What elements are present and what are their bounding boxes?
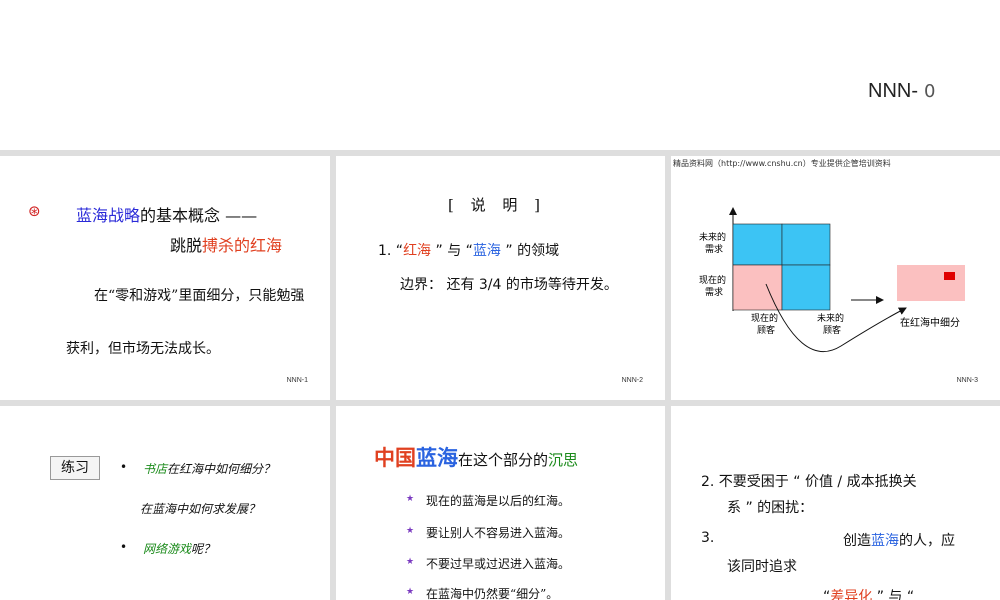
point-3-line2: 该同时追求 <box>727 559 797 575</box>
slide-thumbnail-4[interactable]: 练习 • 书店在红海中如何细分？ 在蓝海中如何求发展？ • 网络游戏呢？ <box>0 406 330 600</box>
slide2-line-2: 边界： 还有 3/4 的市场等待开发。 <box>400 277 618 293</box>
line1-suffix: ” 的领域 <box>500 243 560 259</box>
subdivide-highlight <box>944 272 955 280</box>
bullet-dot: • <box>120 460 128 474</box>
title-basic-concept: 的基本概念 —— <box>140 206 258 225</box>
online-games-word: 网络游戏 <box>143 542 192 556</box>
create-word: 创造 <box>843 533 871 549</box>
title-red-ocean: 搏杀的红海 <box>202 236 283 255</box>
label-future-demand-1: 未来的 <box>699 231 726 243</box>
deck-page-code: NNN- 0 <box>868 80 935 103</box>
label-future-customer-1: 未来的 <box>817 312 844 324</box>
blue-ocean-word: 蓝海 <box>871 533 899 549</box>
quadrant-future-future <box>732 223 783 266</box>
page-code-number: 0 <box>924 81 936 102</box>
slide2-title: [ 说 明 ] <box>448 196 547 214</box>
point-2-line2: 系 ” 的困扰： <box>727 500 814 516</box>
exercise-label: 练习 <box>50 456 100 480</box>
title-escape: 跳脱 <box>170 236 203 255</box>
question-online-games: 网络游戏呢？ <box>143 540 215 557</box>
label-current-demand-2: 需求 <box>705 286 723 298</box>
point-3-number: 3. <box>701 530 715 546</box>
label-future-demand-2: 需求 <box>705 243 723 255</box>
slide1-paragraph-1: 在“零和游戏”里面细分，只能勉强 <box>94 288 305 304</box>
star-bullet-icon: ★ <box>406 494 415 504</box>
star-bullet-icon: ★ <box>406 557 415 567</box>
question-bookstore: 书店在红海中如何细分？ <box>143 460 275 477</box>
line1-and: ” 与 “ <box>431 243 473 259</box>
point-2-line1: 2. 不要受困于 “ 价值 / 成本抵换关 <box>701 474 917 490</box>
title-china: 中国 <box>374 446 416 470</box>
label-subdivide: 在红海中细分 <box>900 316 960 329</box>
list-item: 在蓝海中仍然要“细分”。 <box>426 587 559 600</box>
page-code-prefix: NNN- <box>868 80 918 102</box>
point-3-line1: 创造蓝海的人，应 <box>843 530 955 550</box>
slide1-title-line1: 蓝海战略的基本概念 —— <box>76 202 257 226</box>
q3-rest: 呢？ <box>191 542 216 556</box>
point-3-line3: “差异化 ” 与 “ <box>823 586 914 600</box>
title-blue-ocean: 蓝海 <box>416 446 458 470</box>
slide-thumbnail-5[interactable]: 中国蓝海在这个部分的沉思 ★ 现在的蓝海是以后的红海。 ★ 要让别人不容易进入蓝… <box>336 406 665 600</box>
deck-header: NNN- 0 <box>0 0 1000 150</box>
quadrant-current-future <box>781 223 831 266</box>
label-future-customer-2: 顾客 <box>823 324 841 336</box>
star-bullet-icon: ★ <box>406 587 415 597</box>
title-blue-ocean-strategy: 蓝海战略 <box>76 206 141 225</box>
differentiation-word: 差异化 <box>830 589 873 600</box>
slide-grid: ⊛ 蓝海战略的基本概念 —— 跳脱搏杀的红海 在“零和游戏”里面细分，只能勉强 … <box>0 150 1000 600</box>
blue-ocean-word: 蓝海 <box>472 243 501 259</box>
slide-thumbnail-6[interactable]: 2. 不要受困于 “ 价值 / 成本抵换关 系 ” 的困扰： 3. 创造蓝海的人… <box>671 406 1000 600</box>
list-item: 要让别人不容易进入蓝海。 <box>426 526 571 540</box>
list-item: 不要过早或过迟进入蓝海。 <box>426 557 571 571</box>
slide1-paragraph-2: 获利，但市场无法成长。 <box>66 341 220 357</box>
red-ocean-word: 红海 <box>403 243 432 259</box>
title-reflection: 沉思 <box>548 451 579 469</box>
label-current-customer-2: 顾客 <box>757 324 775 336</box>
slide-number: NNN-3 <box>956 377 978 384</box>
slide-thumbnail-3[interactable]: 精品资料网（http://www.cnshu.cn）专业提供企管培训资料 未来的… <box>671 156 1000 400</box>
point3-rest: 的人，应 <box>899 533 955 549</box>
bookstore-word: 书店 <box>143 462 168 476</box>
list-item: 现在的蓝海是以后的红海。 <box>426 494 571 508</box>
slide-thumbnail-2[interactable]: [ 说 明 ] 1. “红海 ” 与 “蓝海 ” 的领域 边界： 还有 3/4 … <box>336 156 665 400</box>
slide-number: NNN-1 <box>286 377 308 384</box>
slide5-title: 中国蓝海在这个部分的沉思 <box>374 442 578 472</box>
star-bullet-icon: ★ <box>406 526 415 536</box>
question-blue-ocean: 在蓝海中如何求发展？ <box>140 502 261 516</box>
bullet-dot: • <box>120 540 128 554</box>
slide1-title-line2: 跳脱搏杀的红海 <box>170 232 282 256</box>
label-current-demand-1: 现在的 <box>699 274 726 286</box>
slide-thumbnail-1[interactable]: ⊛ 蓝海战略的基本概念 —— 跳脱搏杀的红海 在“零和游戏”里面细分，只能勉强 … <box>0 156 330 400</box>
slide2-line-1: 1. “红海 ” 与 “蓝海 ” 的领域 <box>378 240 559 260</box>
bullet-icon: ⊛ <box>28 202 41 220</box>
title-in-this-part: 在这个部分的 <box>458 451 549 469</box>
slide-number: NNN-2 <box>621 377 643 384</box>
quadrant-future-current <box>781 264 831 311</box>
and-quote: ” 与 “ <box>872 589 915 600</box>
label-current-customer-1: 现在的 <box>751 312 778 324</box>
q1-rest: 在红海中如何细分？ <box>167 462 276 476</box>
market-matrix-diagram: 未来的 需求 现在的 需求 现在的 顾客 未来的 顾客 在红海中细分 <box>699 207 965 352</box>
subdivide-box <box>897 265 965 301</box>
line1-prefix: 1. “ <box>378 243 404 259</box>
